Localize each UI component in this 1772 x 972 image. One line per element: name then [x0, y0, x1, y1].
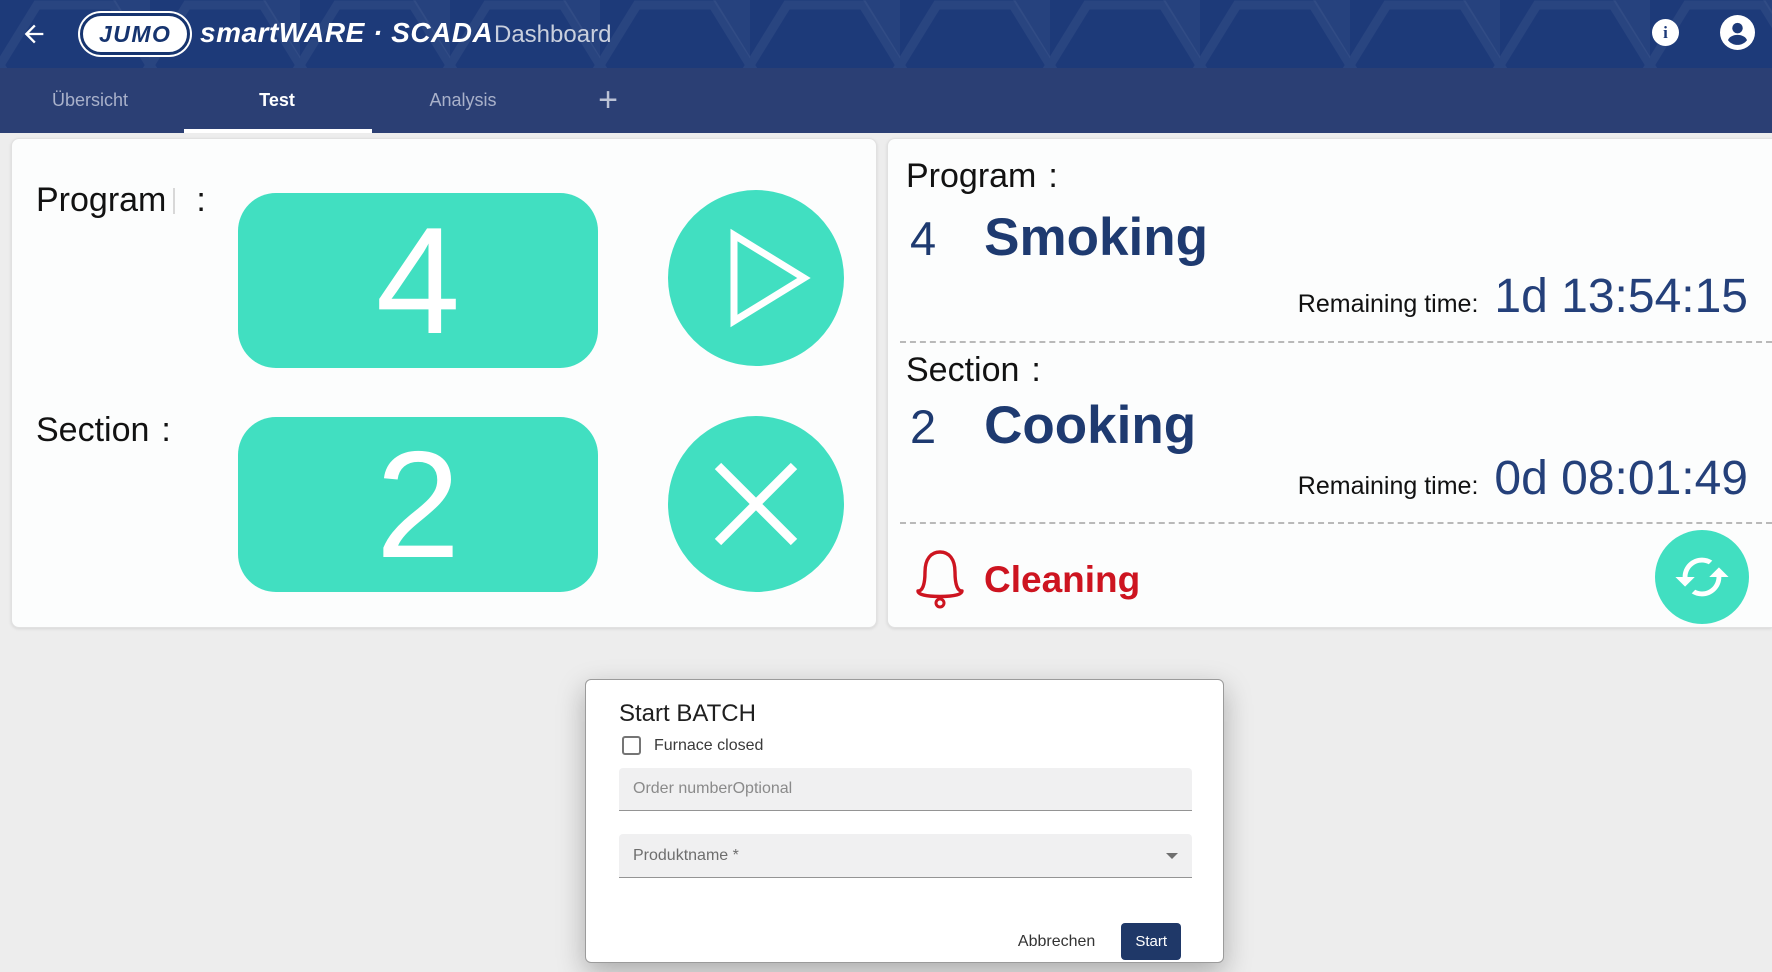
refresh-icon[interactable]: [1655, 530, 1749, 624]
product-name-select[interactable]: Produktname *: [619, 834, 1192, 878]
back-arrow-icon[interactable]: [20, 20, 48, 48]
remaining-time-value: 1d 13:54:15: [1494, 269, 1748, 324]
furnace-closed-checkbox[interactable]: [622, 736, 641, 755]
active-tab-indicator: [184, 129, 372, 133]
remaining-time-label: Remaining time:: [1298, 290, 1479, 319]
dashboard-page: JUMO smartWARE · SCADA Dashboard i Übers…: [0, 0, 1772, 972]
section-name: Cooking: [984, 395, 1196, 456]
program-number: 4: [910, 211, 936, 266]
top-app-bar: JUMO smartWARE · SCADA Dashboard i: [0, 0, 1772, 68]
label-caret-decoration: [173, 188, 175, 214]
remaining-time-value: 0d 08:01:49: [1494, 451, 1748, 506]
cancel-dialog-button[interactable]: Abbrechen: [1018, 933, 1095, 951]
play-button[interactable]: [668, 190, 844, 366]
account-icon[interactable]: [1720, 15, 1755, 50]
program-remaining-time: Remaining time: 1d 13:54:15: [1298, 269, 1748, 324]
cancel-button[interactable]: [668, 416, 844, 592]
tab-analysis[interactable]: Analysis: [399, 68, 526, 133]
dashed-divider: [900, 341, 1772, 343]
page-title: Dashboard: [494, 21, 611, 49]
order-number-field: [619, 768, 1192, 811]
brand-title: smartWARE · SCADA: [200, 17, 493, 49]
program-status-row: 4 Smoking: [910, 207, 1208, 268]
bell-icon: [904, 537, 976, 613]
jumo-logo: JUMO: [80, 13, 190, 55]
dialog-actions: Abbrechen Start: [1018, 923, 1181, 960]
chevron-down-icon: [1166, 853, 1178, 859]
tab-test[interactable]: Test: [229, 68, 325, 133]
section-status-label: Section:: [906, 351, 1041, 390]
section-label: Section:: [36, 411, 171, 450]
start-button[interactable]: Start: [1121, 923, 1181, 960]
section-number: 2: [910, 399, 936, 454]
product-name-select-label: Produktname *: [633, 847, 739, 865]
program-status-label: Program:: [906, 157, 1058, 196]
add-tab-button[interactable]: +: [590, 82, 626, 118]
furnace-closed-label: Furnace closed: [654, 737, 763, 755]
jumo-logo-text: JUMO: [99, 21, 171, 48]
furnace-closed-checkbox-row: Furnace closed: [622, 736, 763, 755]
dashed-divider: [900, 522, 1772, 524]
program-control-panel: Program: 4 Section: 2: [11, 138, 877, 628]
tab-uebersicht[interactable]: Übersicht: [22, 68, 158, 133]
program-name: Smoking: [984, 207, 1208, 268]
info-icon[interactable]: i: [1652, 19, 1679, 46]
program-label: Program:: [36, 181, 206, 220]
batch-status-panel: Program: 4 Smoking Remaining time: 1d 13…: [887, 138, 1772, 628]
alarm-status-text: Cleaning: [984, 559, 1140, 601]
dialog-title: Start BATCH: [619, 700, 756, 728]
remaining-time-label: Remaining time:: [1298, 472, 1479, 501]
tab-bar: Übersicht Test Analysis +: [0, 68, 1772, 133]
section-number-display[interactable]: 2: [238, 417, 598, 592]
section-remaining-time: Remaining time: 0d 08:01:49: [1298, 451, 1748, 506]
order-number-input[interactable]: [619, 768, 1192, 810]
section-status-row: 2 Cooking: [910, 395, 1196, 456]
program-number-display[interactable]: 4: [238, 193, 598, 368]
start-batch-dialog: Start BATCH Furnace closed Produktname *…: [585, 679, 1224, 963]
